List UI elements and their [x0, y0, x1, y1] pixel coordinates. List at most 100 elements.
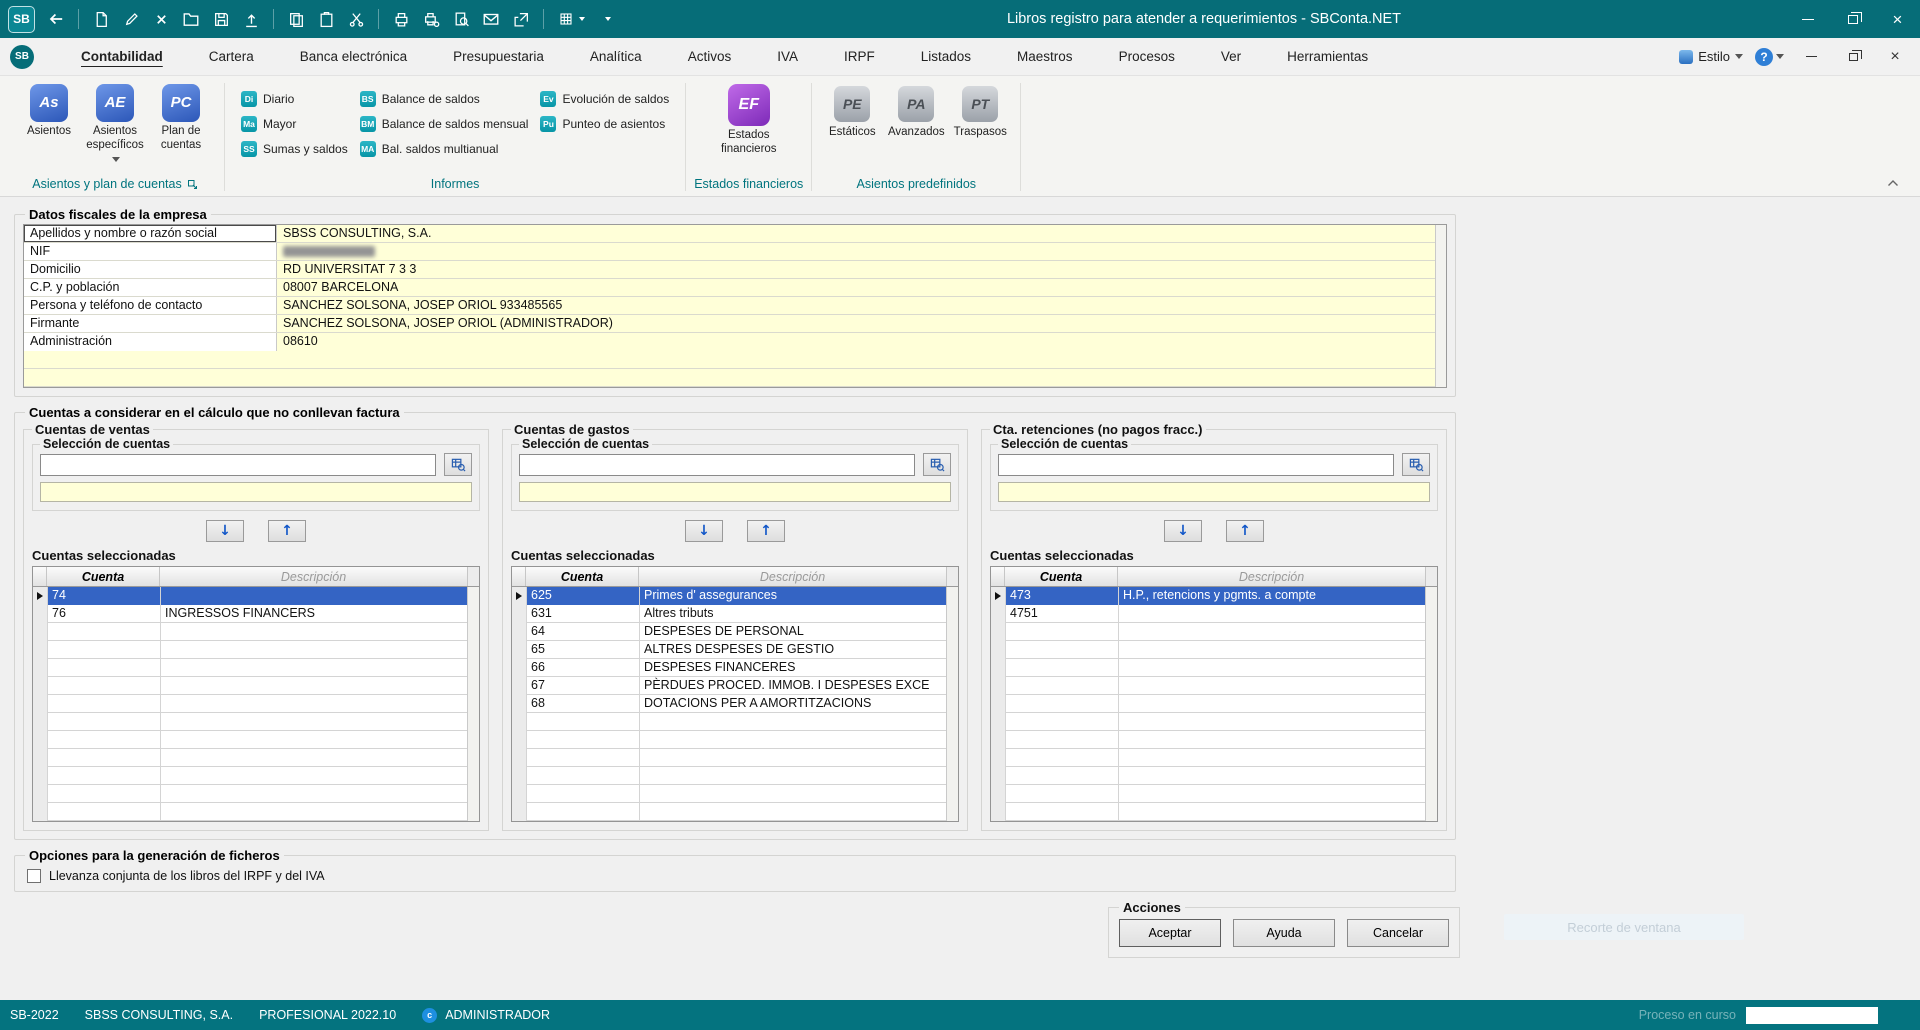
ribbon-button[interactable]: Pu Punteo de asientos [540, 111, 669, 136]
fiscal-field-value[interactable]: SBSS CONSULTING, S.A. [277, 225, 1446, 242]
menu-tab[interactable]: Listados [898, 39, 994, 74]
copy-icon[interactable] [281, 6, 311, 33]
fiscal-field-value[interactable]: RD UNIVERSITAT 7 3 3 [277, 261, 1446, 278]
help-button[interactable]: Ayuda [1233, 919, 1335, 947]
ribbon-button[interactable]: Di Diario [241, 86, 348, 111]
print-settings-icon[interactable] [416, 6, 446, 33]
accept-button[interactable]: Aceptar [1119, 919, 1221, 947]
paste-icon[interactable] [311, 6, 341, 33]
cancel-button[interactable]: Cancelar [1347, 919, 1449, 947]
ribbon-button[interactable]: BS Balance de saldos [360, 86, 529, 111]
back-icon[interactable] [41, 6, 71, 33]
grid-column-cuenta[interactable]: Cuenta [1005, 567, 1118, 586]
ribbon-button[interactable]: Ev Evolución de saldos [540, 86, 669, 111]
table-row[interactable]: 4751 [991, 605, 1437, 623]
cut-icon[interactable] [341, 6, 371, 33]
ribbon-button[interactable]: Ma Mayor [241, 111, 348, 136]
more-icon[interactable] [593, 6, 623, 33]
fiscal-scrollbar[interactable] [1435, 225, 1446, 387]
menu-tab[interactable]: Maestros [994, 39, 1096, 74]
menu-tab[interactable]: IRPF [821, 39, 898, 74]
export-icon[interactable] [506, 6, 536, 33]
ribbon-big-button[interactable]: PC Plan de cuentas [148, 82, 214, 155]
fiscal-field-value[interactable]: SANCHEZ SOLSONA, JOSEP ORIOL 933485565 [277, 297, 1446, 314]
move-down-button[interactable]: ↓ [685, 520, 723, 542]
table-row[interactable]: 65 ALTRES DESPESES DE GESTIO [512, 641, 958, 659]
menu-tab[interactable]: Banca electrónica [277, 39, 430, 74]
views-icon[interactable] [551, 6, 593, 33]
child-close-button[interactable]: × [1880, 44, 1910, 70]
ribbon-button[interactable]: SS Sumas y saldos [241, 136, 348, 161]
fiscal-field-value[interactable]: 08610 [277, 333, 1446, 351]
table-row[interactable]: 68 DOTACIONS PER A AMORTITZACIONS [512, 695, 958, 713]
grid-column-cuenta[interactable]: Cuenta [526, 567, 639, 586]
account-lookup-button[interactable] [1402, 453, 1430, 476]
ribbon-big-button[interactable]: PA Avanzados [886, 82, 946, 138]
table-row[interactable]: 67 PÈRDUES PROCED. IMMOB. I DESPESES EXC… [512, 677, 958, 695]
menu-tab[interactable]: Contabilidad [58, 39, 186, 74]
menu-tab[interactable]: Presupuestaria [430, 39, 567, 74]
child-minimize-button[interactable] [1796, 44, 1826, 70]
preview-icon[interactable] [446, 6, 476, 33]
restore-button[interactable] [1830, 0, 1875, 38]
menu-tab[interactable]: Analítica [567, 39, 665, 74]
irpf-iva-checkbox[interactable] [27, 869, 41, 883]
grid-header-cap [467, 567, 479, 586]
dialog-launcher-icon[interactable] [187, 179, 198, 190]
table-row[interactable]: 74 [33, 587, 479, 605]
grid-column-descripcion[interactable]: Descripción [160, 567, 467, 586]
menu-tab[interactable]: Procesos [1096, 39, 1198, 74]
grid-column-descripcion[interactable]: Descripción [639, 567, 946, 586]
move-down-button[interactable]: ↓ [1164, 520, 1202, 542]
move-up-button[interactable]: ↑ [268, 520, 306, 542]
ribbon-button[interactable]: BM Balance de saldos mensual [360, 111, 529, 136]
fiscal-field-value[interactable]: SANCHEZ SOLSONA, JOSEP ORIOL (ADMINISTRA… [277, 315, 1446, 332]
menu-tab[interactable]: Ver [1198, 39, 1264, 74]
ribbon-big-button[interactable]: As Asientos [16, 82, 82, 141]
edit-icon[interactable] [116, 6, 146, 33]
move-up-button[interactable]: ↑ [1226, 520, 1264, 542]
child-restore-button[interactable] [1838, 44, 1868, 70]
print-icon[interactable] [386, 6, 416, 33]
table-row[interactable]: 66 DESPESES FINANCERES [512, 659, 958, 677]
grid-column-descripcion[interactable]: Descripción [1118, 567, 1425, 586]
ribbon-button[interactable]: MA Bal. saldos multianual [360, 136, 529, 161]
close-button[interactable]: × [1875, 0, 1920, 38]
account-selection-input[interactable] [519, 454, 915, 476]
account-selection-input[interactable] [40, 454, 436, 476]
delete-icon[interactable] [146, 6, 176, 33]
collapse-ribbon-icon[interactable] [1882, 174, 1904, 192]
menu-tab[interactable]: Herramientas [1264, 39, 1391, 74]
new-icon[interactable] [86, 6, 116, 33]
table-row[interactable]: 64 DESPESES DE PERSONAL [512, 623, 958, 641]
menu-tab[interactable]: IVA [754, 39, 821, 74]
table-row[interactable]: 473 H.P., retencions y pgmts. a compte [991, 587, 1437, 605]
account-lookup-button[interactable] [923, 453, 951, 476]
grid-column-cuenta[interactable]: Cuenta [47, 567, 160, 586]
help-menu[interactable] [1755, 48, 1784, 66]
fiscal-field-value[interactable] [277, 243, 1446, 260]
ribbon-big-button[interactable]: AE Asientos específicos [82, 82, 148, 168]
ribbon-big-button[interactable]: EF Estados financieros [706, 82, 792, 157]
account-selection-input[interactable] [998, 454, 1394, 476]
style-selector[interactable]: Estilo [1679, 49, 1743, 64]
grid-scrollbar[interactable] [1425, 587, 1437, 821]
grid-scrollbar[interactable] [946, 587, 958, 821]
account-lookup-button[interactable] [444, 453, 472, 476]
ribbon-big-button[interactable]: PT Traspasos [950, 82, 1010, 138]
table-row[interactable]: 631 Altres tributs [512, 605, 958, 623]
ribbon-big-button[interactable]: PE Estáticos [822, 82, 882, 138]
email-icon[interactable] [476, 6, 506, 33]
move-up-button[interactable]: ↑ [747, 520, 785, 542]
minimize-button[interactable] [1785, 0, 1830, 38]
menu-tab[interactable]: Cartera [186, 39, 277, 74]
move-down-button[interactable]: ↓ [206, 520, 244, 542]
table-row[interactable]: 76 INGRESSOS FINANCERS [33, 605, 479, 623]
menu-tab[interactable]: Activos [665, 39, 755, 74]
open-icon[interactable] [176, 6, 206, 33]
fiscal-field-value[interactable]: 08007 BARCELONA [277, 279, 1446, 296]
grid-scrollbar[interactable] [467, 587, 479, 821]
table-row[interactable]: 625 Primes d' assegurances [512, 587, 958, 605]
save-icon[interactable] [206, 6, 236, 33]
upload-icon[interactable] [236, 6, 266, 33]
